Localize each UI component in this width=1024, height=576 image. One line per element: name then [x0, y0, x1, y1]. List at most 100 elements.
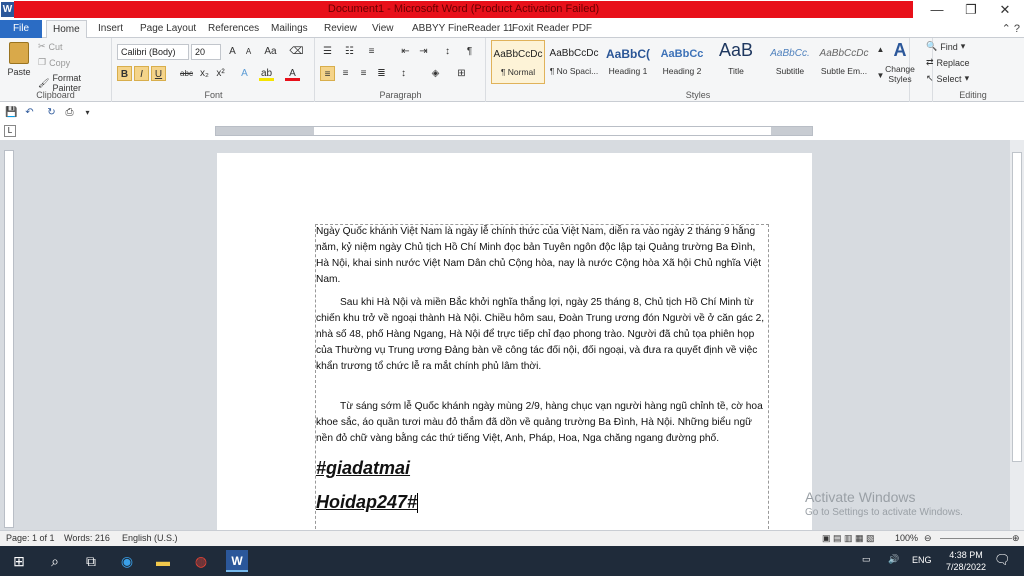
- bullets-icon[interactable]: ☰: [320, 44, 335, 59]
- network-icon[interactable]: ▭: [862, 554, 871, 576]
- change-styles-button[interactable]: A Change Styles: [881, 40, 919, 84]
- tab-insert[interactable]: Insert: [92, 20, 129, 38]
- change-case-button[interactable]: Aa: [263, 44, 278, 59]
- maximize-button[interactable]: ❐: [954, 0, 988, 20]
- notifications-icon[interactable]: 🗨: [994, 552, 1011, 576]
- style-normal[interactable]: AaBbCcDc ¶ Normal: [491, 40, 545, 84]
- copy-button[interactable]: ❐ Copy: [38, 57, 70, 68]
- vertical-scrollbar[interactable]: [1010, 140, 1024, 530]
- scroll-thumb[interactable]: [1012, 152, 1022, 462]
- style-heading-1[interactable]: AaBbC( Heading 1: [601, 40, 655, 84]
- clipboard-group: Paste ✂ Cut ❐ Copy 🖌 Format Painter Clipboa…: [0, 38, 112, 102]
- help-icon[interactable]: ⌃ ?: [1002, 22, 1020, 35]
- borders-icon[interactable]: ⊞: [454, 66, 469, 81]
- highlight-button[interactable]: ab: [259, 66, 274, 81]
- font-size-select[interactable]: 20: [191, 44, 221, 60]
- taskbar: ⊞ ⌕ ⧉ ◉ ▬ ◍ W ▭ 🔊 ENG 4:38 PM 7/28/2022 …: [0, 546, 1024, 576]
- text-effects-button[interactable]: A: [237, 66, 252, 81]
- style-subtle-emphasis[interactable]: AaBbCcDc Subtle Em...: [817, 40, 871, 84]
- decrease-indent-icon[interactable]: ⇤: [398, 44, 413, 59]
- paragraph-label: Paragraph: [379, 90, 422, 100]
- justify-icon[interactable]: ≣: [374, 66, 389, 81]
- windows-start-icon[interactable]: ⊞: [8, 550, 30, 572]
- line-spacing-icon[interactable]: ↕: [396, 66, 411, 81]
- clock[interactable]: 4:38 PM 7/28/2022: [946, 549, 986, 573]
- style-no-spacing[interactable]: AaBbCcDc ¶ No Spaci...: [547, 40, 601, 84]
- chrome-icon[interactable]: ◍: [190, 550, 212, 572]
- tab-view[interactable]: View: [366, 20, 400, 38]
- word-taskbar-icon[interactable]: W: [226, 550, 248, 572]
- style-subtitle[interactable]: AaBbCc. Subtitle: [763, 40, 817, 84]
- zoom-out-icon[interactable]: ⊖: [924, 533, 932, 544]
- style-heading-2[interactable]: AaBbCc Heading 2: [655, 40, 709, 84]
- status-bar: Page: 1 of 1 Words: 216 English (U.S.) ▣…: [0, 530, 1024, 546]
- print-preview-icon[interactable]: ⎙: [62, 105, 77, 120]
- tab-foxit[interactable]: Foxit Reader PDF: [506, 20, 598, 38]
- tab-abbyy[interactable]: ABBYY FineReader 11: [406, 20, 519, 38]
- strikethrough-button[interactable]: abc: [179, 66, 194, 81]
- align-center-icon[interactable]: ≡: [338, 66, 353, 81]
- align-left-icon[interactable]: ≡: [320, 66, 335, 81]
- paragraph-2: Sau khi Hà Nội và miền Bắc khởi nghĩa th…: [316, 297, 765, 372]
- tab-selector[interactable]: L: [4, 125, 16, 137]
- horizontal-ruler[interactable]: [215, 126, 813, 136]
- language-indicator[interactable]: English (U.S.): [122, 533, 178, 543]
- tab-home[interactable]: Home: [46, 20, 87, 39]
- numbering-icon[interactable]: ☷: [342, 44, 357, 59]
- cut-button[interactable]: ✂ Cut: [38, 41, 63, 52]
- word-count[interactable]: Words: 216: [64, 533, 110, 543]
- font-name-select[interactable]: Calibri (Body): [117, 44, 189, 60]
- hashtag-hoidap247: Hoidap247#: [316, 492, 419, 514]
- minimize-button[interactable]: —: [920, 0, 954, 20]
- subscript-button[interactable]: x₂: [197, 66, 212, 81]
- show-marks-button[interactable]: ¶: [462, 44, 477, 59]
- title-bar: W Document1 - Microsoft Word (Product Ac…: [0, 0, 1024, 20]
- volume-icon[interactable]: 🔊: [888, 554, 899, 576]
- italic-button[interactable]: I: [134, 66, 149, 81]
- multilevel-list-icon[interactable]: ≡: [364, 44, 379, 59]
- close-button[interactable]: ✕: [988, 0, 1022, 20]
- document-body[interactable]: Ngày Quốc khánh Việt Nam là ngày lễ chín…: [316, 224, 768, 517]
- align-right-icon[interactable]: ≡: [356, 66, 371, 81]
- find-button[interactable]: 🔍 Find ▾: [926, 41, 965, 52]
- bold-button[interactable]: B: [117, 66, 132, 81]
- zoom-level[interactable]: 100%: [895, 533, 918, 543]
- tab-mailings[interactable]: Mailings: [265, 20, 314, 38]
- input-language[interactable]: ENG: [912, 555, 932, 576]
- shading-icon[interactable]: ◈: [428, 66, 443, 81]
- clear-formatting-icon[interactable]: ⌫: [289, 44, 304, 59]
- sort-icon[interactable]: ↕: [440, 44, 455, 59]
- task-view-icon[interactable]: ⧉: [80, 550, 102, 572]
- underline-button[interactable]: U: [151, 66, 166, 81]
- paste-button[interactable]: Paste: [6, 42, 32, 77]
- vertical-ruler[interactable]: [4, 150, 14, 528]
- style-title[interactable]: AaB Title: [709, 40, 763, 84]
- file-explorer-icon[interactable]: ▬: [152, 550, 174, 572]
- window-title: Document1 - Microsoft Word (Product Acti…: [327, 3, 600, 15]
- tab-review[interactable]: Review: [318, 20, 363, 38]
- search-icon[interactable]: ⌕: [44, 550, 66, 572]
- save-icon[interactable]: 💾: [4, 105, 19, 120]
- activation-watermark: Activate Windows Go to Settings to activ…: [805, 489, 963, 518]
- binoculars-icon: 🔍: [926, 41, 938, 51]
- replace-button[interactable]: ⇄ Replace: [926, 57, 970, 68]
- page-count[interactable]: Page: 1 of 1: [6, 533, 55, 543]
- customize-qat-icon[interactable]: ▾: [80, 105, 95, 120]
- edge-icon[interactable]: ◉: [116, 550, 138, 572]
- increase-indent-icon[interactable]: ⇥: [416, 44, 431, 59]
- font-color-button[interactable]: A: [285, 66, 300, 81]
- grow-font-button[interactable]: A: [225, 44, 240, 59]
- zoom-in-icon[interactable]: ⊕: [1012, 533, 1020, 544]
- view-buttons-icon[interactable]: ▣ ▤ ▥ ▦ ▧: [822, 533, 875, 544]
- superscript-button[interactable]: x²: [213, 66, 228, 81]
- redo-icon[interactable]: ↻: [44, 105, 59, 120]
- shrink-font-button[interactable]: A: [241, 44, 256, 59]
- tab-file[interactable]: File: [0, 20, 42, 38]
- tab-page-layout[interactable]: Page Layout: [134, 20, 202, 38]
- editing-label: Editing: [959, 90, 987, 100]
- zoom-slider[interactable]: [940, 538, 1012, 539]
- tab-references[interactable]: References: [202, 20, 265, 38]
- select-button[interactable]: ↖ Select ▾: [926, 73, 969, 84]
- text-cursor: [417, 493, 419, 514]
- undo-icon[interactable]: ↶: [22, 105, 37, 120]
